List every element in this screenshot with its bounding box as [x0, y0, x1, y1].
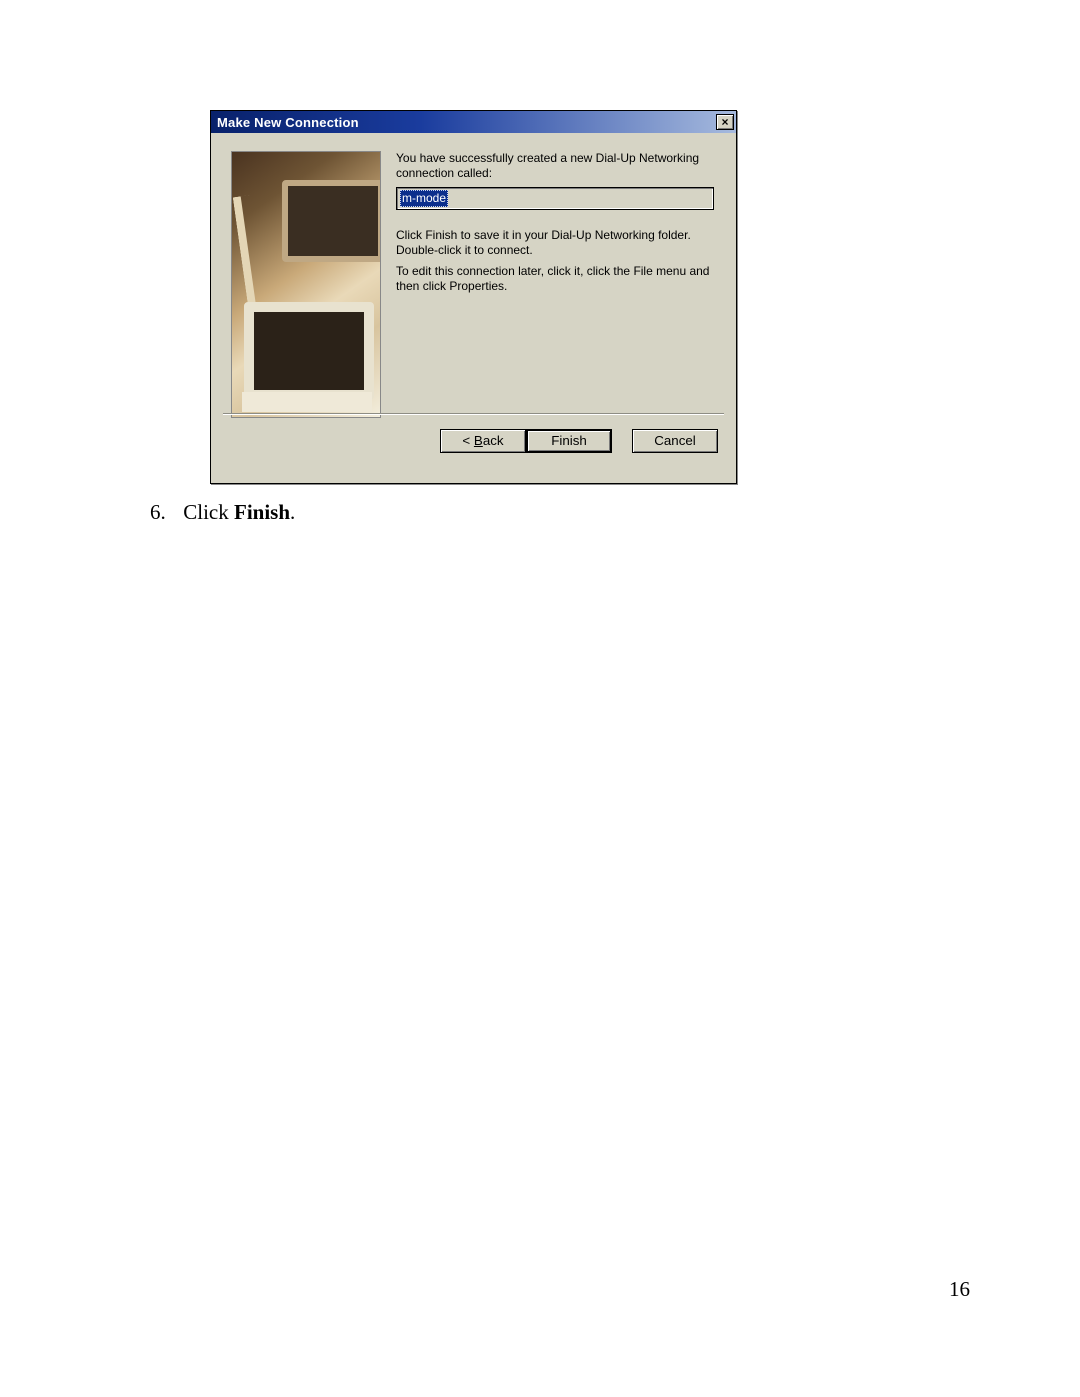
wizard-illustration: [231, 151, 381, 418]
close-icon: ×: [721, 115, 728, 129]
titlebar: Make New Connection ×: [211, 111, 736, 133]
dialog-body: You have successfully created a new Dial…: [211, 133, 736, 431]
separator: [223, 413, 724, 415]
step-6: 6. Click Finish.: [150, 500, 295, 525]
step-text-bold: Finish: [234, 500, 290, 524]
connection-name-field[interactable]: m-mode: [396, 187, 714, 210]
back-button[interactable]: < Back: [440, 429, 526, 453]
dialog-content: You have successfully created a new Dial…: [396, 151, 720, 300]
finish-button[interactable]: Finish: [526, 429, 612, 453]
step-number: 6.: [150, 500, 178, 525]
step-text-post: .: [290, 500, 295, 524]
dialog-title: Make New Connection: [217, 115, 359, 130]
make-new-connection-dialog: Make New Connection × You have successfu…: [210, 110, 737, 484]
step-text-pre: Click: [183, 500, 234, 524]
page-number: 16: [949, 1277, 970, 1302]
close-button[interactable]: ×: [716, 114, 734, 130]
cancel-button[interactable]: Cancel: [632, 429, 718, 453]
instruction-edit: To edit this connection later, click it,…: [396, 264, 720, 294]
connection-name-value: m-mode: [400, 190, 448, 207]
success-text: You have successfully created a new Dial…: [396, 151, 720, 181]
instruction-save: Click Finish to save it in your Dial-Up …: [396, 228, 720, 258]
button-row: < Back Finish Cancel: [211, 429, 736, 457]
